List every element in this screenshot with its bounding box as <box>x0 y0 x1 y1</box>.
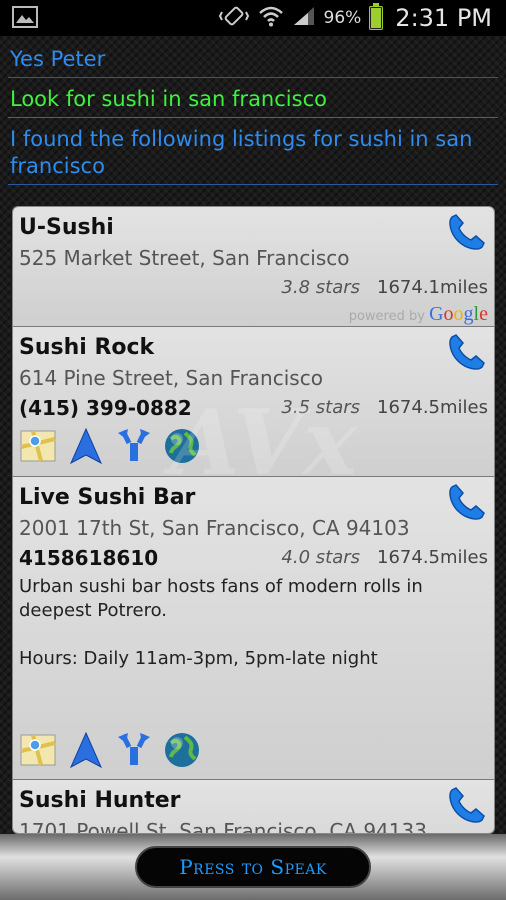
globe-icon[interactable] <box>163 427 201 465</box>
listing-phone[interactable]: (415) 399-0882 <box>19 393 192 423</box>
user-message: Look for sushi in san francisco <box>8 78 498 118</box>
wifi-icon <box>258 5 284 31</box>
listing-card[interactable]: Live Sushi Bar 2001 17th St, San Francis… <box>13 477 494 780</box>
listing-distance: 1674.5miles <box>377 397 488 418</box>
listing-rating: 3.5 stars <box>281 397 360 418</box>
powered-by-google: powered by Google <box>348 303 488 325</box>
listing-address: 614 Pine Street, San Francisco <box>19 366 323 390</box>
listing-name: Live Sushi Bar <box>19 485 196 510</box>
clock: 2:31 PM <box>395 4 492 32</box>
image-icon <box>12 6 38 32</box>
listing-name: U-Sushi <box>19 215 114 240</box>
listing-name: Sushi Rock <box>19 335 155 360</box>
call-icon[interactable] <box>444 784 488 828</box>
listing-rating: 3.8 stars <box>281 277 360 298</box>
google-logo: Google <box>429 303 488 325</box>
listing-phone[interactable]: 4158618610 <box>19 543 158 573</box>
navigation-arrow-icon[interactable] <box>67 427 105 465</box>
assistant-message: Yes Peter <box>8 38 498 78</box>
map-icon[interactable] <box>19 427 57 465</box>
listing-address: 1701 Powell St, San Francisco, CA 94133 <box>19 819 427 834</box>
listing-distance: 1674.1miles <box>377 277 488 298</box>
listing-card[interactable]: Sushi Hunter 1701 Powell St, San Francis… <box>13 780 494 834</box>
call-icon[interactable] <box>444 331 488 375</box>
listing-card[interactable]: Sushi Rock 614 Pine Street, San Francisc… <box>13 327 494 477</box>
globe-icon[interactable] <box>163 731 201 769</box>
battery-percent: 96% <box>323 8 362 28</box>
listing-distance: 1674.5miles <box>377 547 488 568</box>
assistant-message: I found the following listings for sushi… <box>8 118 498 185</box>
status-bar: 96% 2:31 PM <box>0 0 506 36</box>
call-icon[interactable] <box>444 481 488 525</box>
conversation: Yes Peter Look for sushi in san francisc… <box>0 38 506 185</box>
listing-name: Sushi Hunter <box>19 788 181 813</box>
directions-icon[interactable] <box>115 731 153 769</box>
listing-hours: Hours: Daily 11am-3pm, 5pm-late night <box>19 648 378 669</box>
listing-rating: 4.0 stars <box>281 547 360 568</box>
map-icon[interactable] <box>19 731 57 769</box>
navigation-arrow-icon[interactable] <box>67 731 105 769</box>
bottom-bar: Press to Speak <box>0 834 506 900</box>
listing-address: 525 Market Street, San Francisco <box>19 246 350 270</box>
press-to-speak-button[interactable]: Press to Speak <box>135 846 371 888</box>
battery-icon <box>369 3 384 30</box>
call-icon[interactable] <box>444 211 488 255</box>
listing-description: Urban sushi bar hosts fans of modern rol… <box>19 576 423 621</box>
listing-address: 2001 17th St, San Francisco, CA 94103 <box>19 516 410 540</box>
directions-icon[interactable] <box>115 427 153 465</box>
signal-icon <box>292 5 316 31</box>
listing-card[interactable]: U-Sushi 525 Market Street, San Francisco… <box>13 207 494 327</box>
results-list[interactable]: U-Sushi 525 Market Street, San Francisco… <box>12 206 495 834</box>
vibrate-icon <box>218 5 250 31</box>
